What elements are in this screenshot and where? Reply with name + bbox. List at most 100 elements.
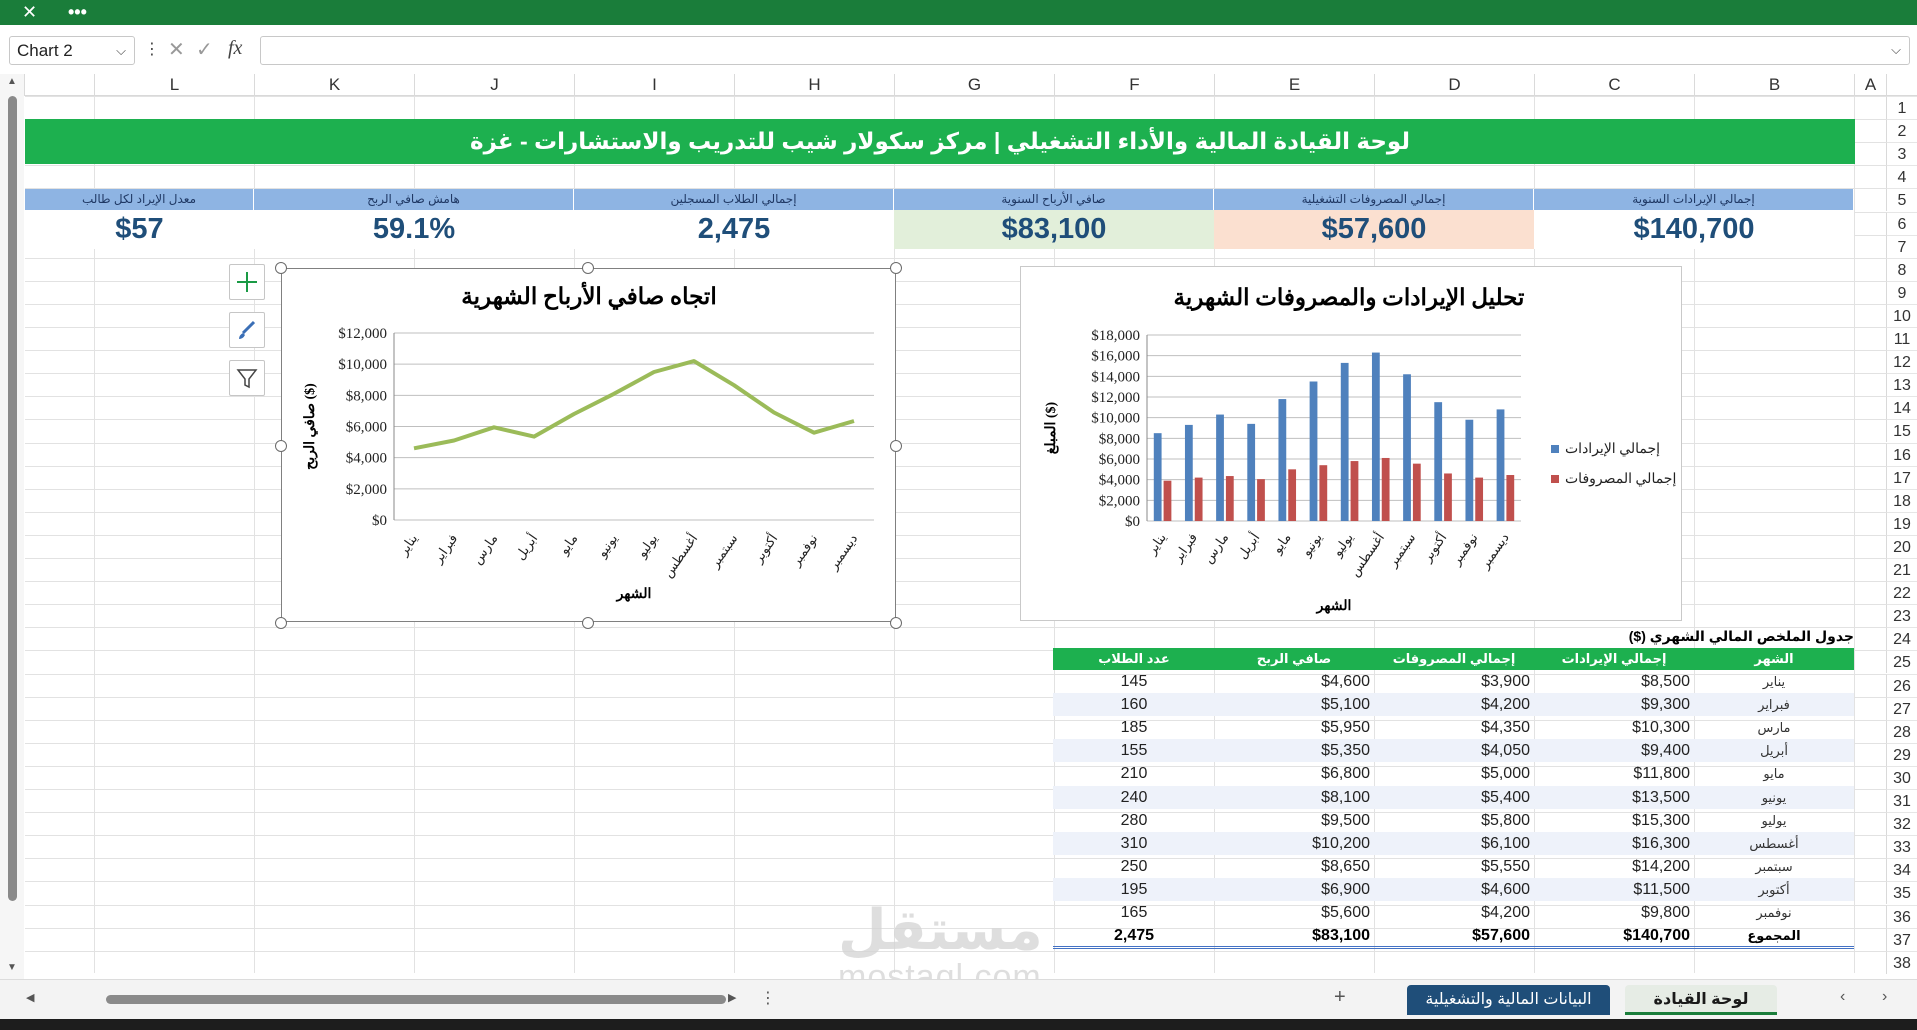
row-header-cell[interactable]: 10 xyxy=(1886,303,1917,327)
column-header-E[interactable]: E xyxy=(1214,74,1374,96)
row-header-cell[interactable]: 13 xyxy=(1886,373,1917,397)
formula-input[interactable]: ⌵ xyxy=(260,36,1910,65)
row-header-cell[interactable]: 17 xyxy=(1886,465,1917,489)
row-header-cell[interactable]: 26 xyxy=(1886,673,1917,697)
table-row[interactable]: مارس $10,300 $4,350 $5,950 185 xyxy=(1053,716,1854,739)
horizontal-scrollbar[interactable]: ◀ ▶ xyxy=(26,991,737,1005)
table-row[interactable]: نوفمبر $9,800 $4,200 $5,600 165 xyxy=(1053,901,1854,924)
row-header-cell[interactable]: 29 xyxy=(1886,742,1917,766)
row-header-cell[interactable]: 18 xyxy=(1886,488,1917,512)
cancel-icon[interactable]: ✕ xyxy=(168,38,185,62)
row-header-cell[interactable]: 37 xyxy=(1886,927,1917,951)
row-header-cell[interactable]: 19 xyxy=(1886,511,1917,535)
row-header-cell[interactable]: 8 xyxy=(1886,257,1917,281)
resize-handle-sw[interactable] xyxy=(275,617,287,629)
scroll-right-icon[interactable]: ▶ xyxy=(728,991,736,1004)
resize-handle-ne[interactable] xyxy=(890,262,902,274)
row-header-cell[interactable]: 5 xyxy=(1886,188,1917,212)
table-row[interactable]: سبتمبر $14,200 $5,550 $8,650 250 xyxy=(1053,855,1854,878)
tab-options-icon[interactable]: ⋮ xyxy=(760,988,776,1008)
enter-icon[interactable]: ✓ xyxy=(196,38,213,62)
table-row[interactable]: مايو $11,800 $5,000 $6,800 210 xyxy=(1053,762,1854,785)
row-header-cell[interactable]: 9 xyxy=(1886,280,1917,304)
column-header-B[interactable]: B xyxy=(1694,74,1854,96)
column-header-I[interactable]: I xyxy=(574,74,734,96)
resize-handle-s[interactable] xyxy=(582,617,594,629)
row-header-cell[interactable]: 36 xyxy=(1886,904,1917,928)
resize-handle-se[interactable] xyxy=(890,617,902,629)
resize-handle-n[interactable] xyxy=(582,262,594,274)
table-row[interactable]: يوليو $15,300 $5,800 $9,500 280 xyxy=(1053,809,1854,832)
add-sheet-button[interactable]: + xyxy=(1334,986,1346,1009)
name-box[interactable]: Chart 2 ⌵ xyxy=(9,36,135,65)
row-header-cell[interactable]: 31 xyxy=(1886,789,1917,812)
row-header-cell[interactable]: 32 xyxy=(1886,812,1917,836)
column-header-H[interactable]: H xyxy=(734,74,894,96)
row-header-cell[interactable]: 25 xyxy=(1886,650,1917,674)
row-header-cell[interactable]: 24 xyxy=(1886,627,1917,651)
select-all-corner[interactable] xyxy=(1886,74,1917,96)
column-header-J[interactable]: J xyxy=(414,74,574,96)
row-header-cell[interactable]: 1 xyxy=(1886,96,1917,119)
row-header-cell[interactable]: 20 xyxy=(1886,534,1917,558)
scroll-down-icon[interactable]: ▼ xyxy=(7,962,17,973)
column-header-K[interactable]: K xyxy=(254,74,414,96)
chart-filters-button[interactable] xyxy=(229,360,265,396)
row-header-cell[interactable]: 15 xyxy=(1886,419,1917,443)
column-header-G[interactable]: G xyxy=(894,74,1054,96)
column-header-L[interactable]: L xyxy=(94,74,254,96)
row-header-cell[interactable]: 28 xyxy=(1886,719,1917,743)
column-header-C[interactable]: C xyxy=(1534,74,1694,96)
resize-handle-nw[interactable] xyxy=(275,262,287,274)
resize-handle-e[interactable] xyxy=(890,440,902,452)
more-icon[interactable]: ••• xyxy=(68,1,87,23)
table-row[interactable]: فبراير $9,300 $4,200 $5,100 160 xyxy=(1053,693,1854,717)
scroll-left-icon[interactable]: ◀ xyxy=(26,991,34,1004)
tab-dashboard[interactable]: لوحة القيادة المالية xyxy=(1625,985,1777,1030)
vertical-scrollbar[interactable]: ▲ ▼ xyxy=(0,74,24,979)
expand-formula-icon[interactable]: ⌵ xyxy=(1891,42,1901,58)
previous-sheet-icon[interactable]: ‹ xyxy=(1840,988,1845,1006)
revenue-expense-bar-chart[interactable]: تحليل الإيرادات والمصروفات الشهرية $0 $2,0… xyxy=(1020,266,1682,621)
column-header-cell[interactable] xyxy=(24,74,94,96)
next-sheet-icon[interactable]: › xyxy=(1882,988,1887,1006)
row-header-cell[interactable]: 35 xyxy=(1886,881,1917,905)
scroll-up-icon[interactable]: ▲ xyxy=(7,76,17,87)
row-header-cell[interactable]: 14 xyxy=(1886,396,1917,420)
row-header-cell[interactable]: 2 xyxy=(1886,119,1917,143)
chart-styles-button[interactable] xyxy=(229,312,265,348)
table-row[interactable]: أغسطس $16,300 $6,100 $10,200 310 xyxy=(1053,831,1854,855)
row-header-cell[interactable]: 27 xyxy=(1886,696,1917,720)
column-header-D[interactable]: D xyxy=(1374,74,1534,96)
chevron-down-icon[interactable]: ⌵ xyxy=(116,37,126,64)
row-header-cell[interactable]: 12 xyxy=(1886,350,1917,374)
table-total-row[interactable]: المجموع $140,700 $57,600 $83,100 2,475 xyxy=(1053,924,1854,947)
close-icon[interactable]: ✕ xyxy=(22,1,37,23)
row-header-cell[interactable]: 3 xyxy=(1886,142,1917,166)
row-header-cell[interactable]: 4 xyxy=(1886,165,1917,189)
horizontal-scroll-thumb[interactable] xyxy=(106,995,726,1004)
row-header-cell[interactable]: 22 xyxy=(1886,581,1917,605)
vertical-scroll-thumb[interactable] xyxy=(8,96,17,901)
row-header-cell[interactable]: 7 xyxy=(1886,234,1917,258)
table-row[interactable]: يونيو $13,500 $5,400 $8,100 240 xyxy=(1053,785,1854,809)
row-header-cell[interactable]: 16 xyxy=(1886,442,1917,466)
row-header-cell[interactable]: 21 xyxy=(1886,558,1917,581)
column-header-F[interactable]: F xyxy=(1054,74,1214,96)
function-icon[interactable]: fx xyxy=(228,37,242,60)
net-profit-line-chart[interactable]: اتجاه صافي الأرباح الشهرية $0 $2,000 $4,000… xyxy=(281,268,896,622)
table-row[interactable]: أكتوبر $11,500 $4,600 $6,900 195 xyxy=(1053,877,1854,901)
resize-handle-w[interactable] xyxy=(275,440,287,452)
add-chart-element-button[interactable] xyxy=(229,264,265,300)
row-header-cell[interactable]: 33 xyxy=(1886,835,1917,859)
row-header-cell[interactable]: 30 xyxy=(1886,765,1917,789)
table-row[interactable]: يناير $8,500 $3,900 $4,600 145 xyxy=(1053,670,1854,693)
options-icon[interactable]: ⋮ xyxy=(144,38,160,62)
row-header-cell[interactable]: 34 xyxy=(1886,858,1917,882)
column-header-A[interactable]: A xyxy=(1854,74,1886,96)
dashboard-title-band[interactable]: لوحة القيادة المالية والأداء التشغيلي | … xyxy=(25,119,1855,164)
row-header-cell[interactable]: 6 xyxy=(1886,211,1917,235)
row-header-cell[interactable]: 23 xyxy=(1886,604,1917,628)
row-header-cell[interactable]: 11 xyxy=(1886,327,1917,350)
tab-financial-data[interactable]: البيانات المالية والتشغيلية xyxy=(1407,985,1610,1015)
